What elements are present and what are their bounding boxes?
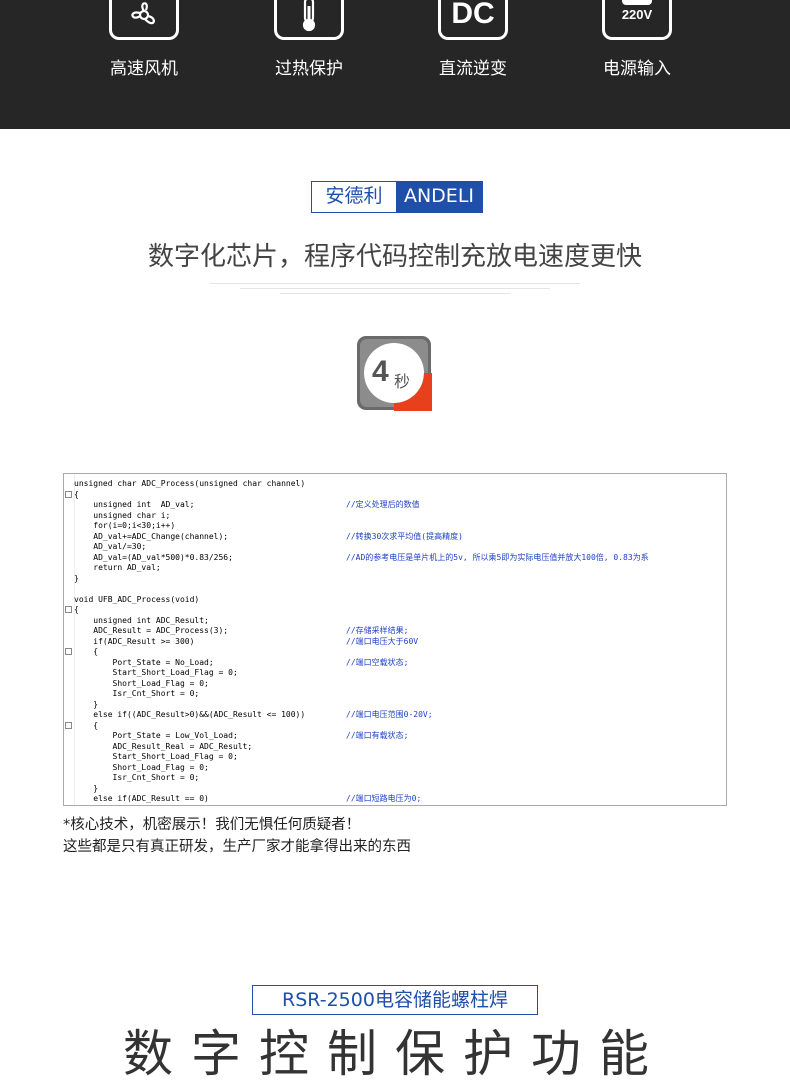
code-comment: //端口电压范围0-20V;	[346, 710, 433, 719]
code-line: Port_State = No_Load;	[74, 657, 214, 667]
feature-label: 电源输入	[603, 59, 671, 79]
product-title: RSR-2500电容储能螺柱焊	[252, 985, 538, 1015]
code-line: {	[74, 647, 99, 656]
fold-marker[interactable]	[65, 721, 72, 729]
feature-band: 高速风机 过热保护 DC 直流逆变 220V 电源输入	[0, 0, 790, 129]
code-line: AD_val/=30;	[74, 542, 147, 551]
feature-label: 过热保护	[275, 59, 343, 79]
decor-line	[240, 288, 550, 289]
code-comment: //端口短路电压为0;	[346, 794, 422, 803]
code-line: Short_Load_Flag = 0;	[74, 762, 209, 772]
power-icon-text: 220V	[621, 7, 653, 22]
thermometer-icon	[274, 0, 344, 40]
code-line: ADC_Result = ADC_Process(3);	[74, 626, 229, 635]
code-line: for(i=0;i<30;i++)	[74, 521, 176, 530]
code-comment: //存储采样结果;	[346, 626, 409, 635]
dc-icon: DC	[438, 0, 508, 40]
code-comment: //端口空载状态;	[346, 657, 409, 667]
code-line: {	[74, 720, 99, 730]
feature-label: 高速风机	[110, 59, 178, 79]
code-line: else if((ADC_Result>0)&&(ADC_Result <= 1…	[74, 710, 306, 719]
code-line: if(ADC_Result >= 300)	[74, 636, 195, 646]
brand-cn: 安德利	[312, 182, 396, 212]
code-line: unsigned int ADC_Result;	[74, 615, 209, 625]
code-line: unsigned int AD_val;	[74, 500, 195, 509]
code-panel: unsigned char ADC_Process(unsigned char …	[63, 473, 727, 806]
code-line: Start_Short_Load_Flag = 0;	[74, 752, 238, 761]
note-line: *核心技术，机密展示！我们无惧任何质疑者！	[63, 817, 361, 833]
note-line: 这些都是只有真正研发，生产厂家才能拿得出来的东西	[63, 839, 411, 855]
code-line: AD_val=(AD_val*500)*0.83/256;	[74, 552, 233, 562]
code-comment: //转换30次求平均值(提高精度)	[346, 531, 463, 541]
code-line: AD_val+=ADC_Change(channel);	[74, 531, 229, 541]
code-line: {	[74, 489, 79, 499]
code-line: }	[74, 699, 99, 709]
badge-number: 4	[372, 355, 389, 388]
code-line: Port_State = Low_Vol_Load;	[74, 731, 238, 740]
fold-marker[interactable]	[65, 606, 72, 613]
fold-marker[interactable]	[65, 490, 72, 498]
fan-icon	[109, 0, 179, 40]
code-line: Isr_Cnt_Short = 0;	[74, 773, 200, 782]
feature-label: 直流逆变	[439, 59, 507, 79]
code-line: else if(ADC_Result == 0)	[74, 794, 209, 803]
brand-logo: 安德利 ANDELI	[311, 181, 483, 213]
badge-unit: 秒	[394, 372, 411, 391]
code-line: }	[74, 783, 99, 793]
headline: 数字化芯片，程序代码控制充放电速度更快	[147, 242, 642, 272]
dc-icon-text: DC	[451, 0, 495, 30]
code-line: unsigned char ADC_Process(unsigned char …	[74, 479, 306, 488]
code-line: void UFB_ADC_Process(void)	[74, 594, 200, 604]
power-plug-icon: 220V	[602, 0, 672, 40]
decor-line	[280, 293, 510, 294]
code-line: Short_Load_Flag = 0;	[74, 678, 209, 688]
section-heading: 数字控制保护功能	[123, 1025, 667, 1083]
code-line: return AD_val;	[74, 563, 161, 572]
code-line: unsigned char i;	[74, 510, 171, 520]
code-line: Start_Short_Load_Flag = 0;	[74, 668, 238, 677]
fold-marker[interactable]	[65, 648, 72, 655]
brand-en: ANDELI	[396, 182, 482, 212]
code-line: {	[74, 605, 79, 614]
code-line: Isr_Cnt_Short = 0;	[74, 689, 200, 698]
decor-line	[210, 283, 580, 284]
code-line: }	[74, 573, 79, 583]
timer-4s-icon: 4 秒	[356, 335, 432, 411]
code-comment: //定义处理后的数值	[346, 500, 420, 509]
code-comment: //端口电压大于60V	[346, 636, 419, 646]
code-comment: //AD的参考电压是单片机上的5v, 所以乘5即为实际电压值并放大100倍, 0…	[346, 552, 649, 562]
code-line: ADC_Result_Real = ADC_Result;	[74, 741, 253, 751]
code-comment: //端口有载状态;	[346, 731, 409, 740]
